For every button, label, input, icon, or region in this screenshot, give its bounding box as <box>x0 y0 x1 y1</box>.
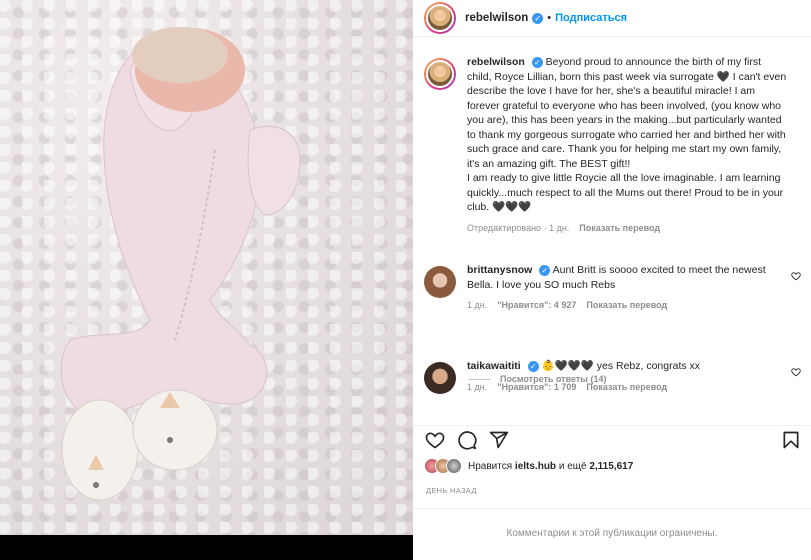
caption-body: rebelwilson ✓ Beyond proud to announce t… <box>467 55 787 235</box>
comment-likes[interactable]: "Нравится": 4 927 <box>497 298 576 313</box>
baby-illustration <box>60 27 301 501</box>
caption-text-2: I am ready to give little Roycie all the… <box>467 172 784 213</box>
post-sidebar: rebelwilson ✓ • Подписаться rebelwilson … <box>413 0 811 560</box>
action-bar <box>413 425 811 453</box>
commenter-avatar[interactable] <box>424 266 456 298</box>
comment-translate-link[interactable]: Показать перевод <box>586 298 667 313</box>
comment-age: 1 дн. <box>467 300 488 310</box>
caption-author-avatar[interactable] <box>424 58 456 90</box>
post-timestamp[interactable]: ДЕНЬ НАЗАД <box>426 486 477 495</box>
caption-translate-link[interactable]: Показать перевод <box>579 221 660 236</box>
comment-icon[interactable] <box>457 430 477 450</box>
likes-count[interactable]: 2,115,617 <box>589 461 633 472</box>
caption-meta: Отредактировано · 1 дн. Показать перевод <box>467 221 787 236</box>
liker-username[interactable]: ielts.hub <box>515 461 556 472</box>
comment-meta: 1 дн. "Нравится": 4 927 Показать перевод <box>467 298 787 313</box>
verified-badge-icon: ✓ <box>527 361 539 372</box>
comments-list: rebelwilson ✓ Beyond proud to announce t… <box>413 45 811 420</box>
caption-text: Beyond proud to announce the birth of my… <box>467 56 787 170</box>
verified-badge-icon: ✓ <box>531 57 543 68</box>
instagram-post-modal: rebelwilson ✓ • Подписаться rebelwilson … <box>0 0 811 560</box>
comment-likes[interactable]: "Нравится": 1 709 <box>497 380 576 395</box>
separator-dot: • <box>547 12 552 24</box>
heart-icon[interactable] <box>791 271 801 281</box>
caption-row: rebelwilson ✓ Beyond proud to announce t… <box>413 55 811 235</box>
post-header: rebelwilson ✓ • Подписаться <box>413 0 811 37</box>
comment-body: brittanysnow ✓ Aunt Britt is soooo excit… <box>467 263 787 313</box>
verified-badge-icon: ✓ <box>539 265 551 276</box>
bookmark-icon[interactable] <box>781 430 801 450</box>
comment-item: brittanysnow ✓ Aunt Britt is soooo excit… <box>413 263 811 313</box>
follow-button[interactable]: Подписаться <box>555 12 627 24</box>
heart-icon[interactable] <box>425 430 445 450</box>
commenter-username[interactable]: brittanysnow <box>467 264 532 276</box>
comment-text: 👶🖤🖤🖤 yes Rebz, congrats xx <box>541 360 701 372</box>
comments-restricted-notice: Комментарии к этой публикации ограничены… <box>413 508 811 539</box>
comment-meta: 1 дн. "Нравится": 1 709 Показать перевод <box>467 380 787 395</box>
post-photo[interactable] <box>0 0 413 535</box>
commenter-username[interactable]: taikawaititi <box>467 360 521 372</box>
author-avatar[interactable] <box>424 2 456 34</box>
liker-avatar <box>446 458 462 474</box>
comment-age: 1 дн. <box>467 381 488 392</box>
caption-author[interactable]: rebelwilson <box>467 56 525 68</box>
likes-summary[interactable]: Нравится ielts.hub и ещё 2,115,617 <box>424 458 633 474</box>
heart-icon[interactable] <box>791 367 801 377</box>
comment-translate-link[interactable]: Показать перевод <box>586 380 667 395</box>
commenter-avatar[interactable] <box>424 362 456 394</box>
comment-item: taikawaititi ✓ 👶🖤🖤🖤 yes Rebz, congrats x… <box>413 359 811 394</box>
comment-body: taikawaititi ✓ 👶🖤🖤🖤 yes Rebz, congrats x… <box>467 359 787 394</box>
share-icon[interactable] <box>489 430 509 450</box>
edited-label: Отредактировано · 1 дн. <box>467 222 570 233</box>
verified-badge-icon: ✓ <box>532 12 544 24</box>
likes-text: Нравится ielts.hub и ещё 2,115,617 <box>468 460 634 472</box>
author-username[interactable]: rebelwilson <box>465 12 528 24</box>
